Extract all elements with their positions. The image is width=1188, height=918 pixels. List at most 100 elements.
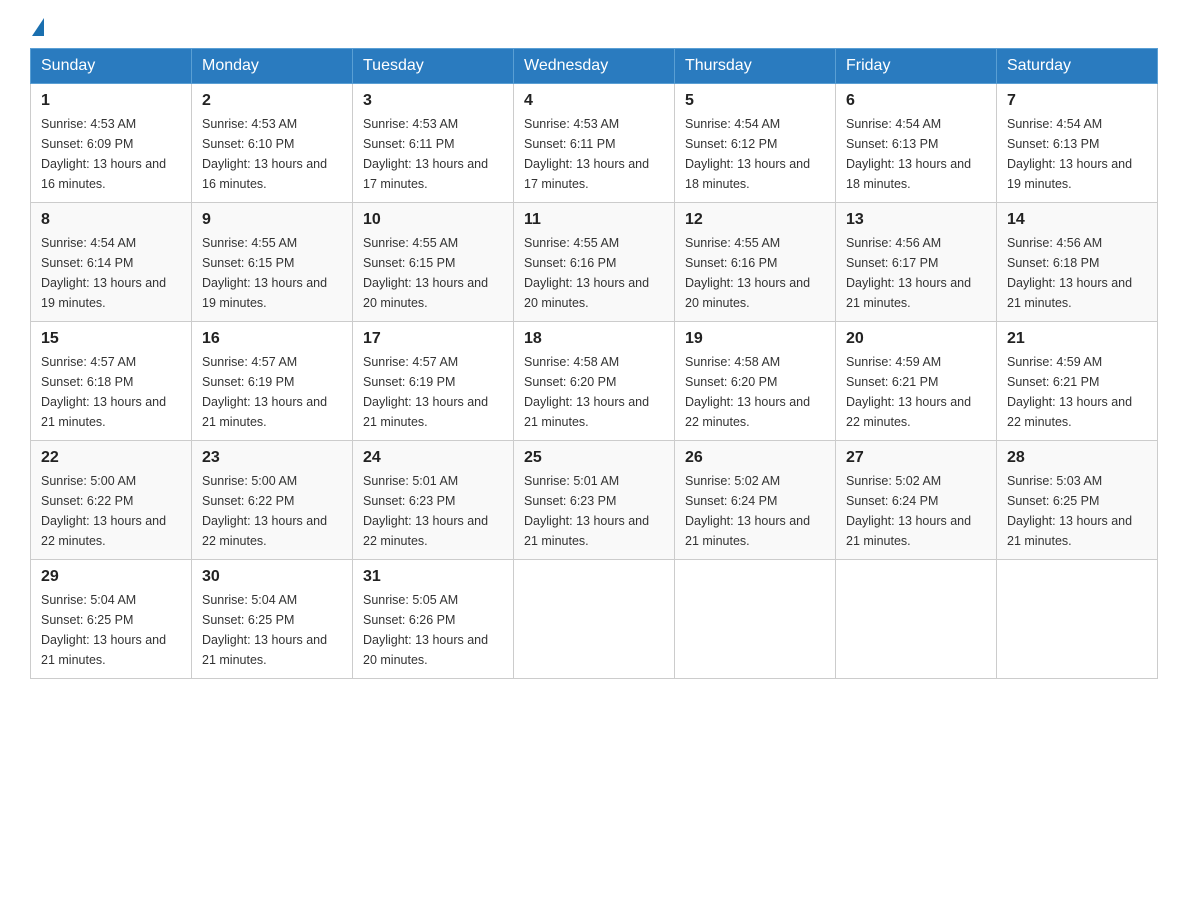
day-info: Sunrise: 4:56 AMSunset: 6:17 PMDaylight:… <box>846 233 986 313</box>
calendar-week-row: 29 Sunrise: 5:04 AMSunset: 6:25 PMDayligh… <box>31 560 1158 679</box>
calendar-cell: 15 Sunrise: 4:57 AMSunset: 6:18 PMDayligh… <box>31 322 192 441</box>
calendar-cell: 10Sunrise: 4:55 AMSunset: 6:15 PMDayligh… <box>353 203 514 322</box>
weekday-header-tuesday: Tuesday <box>353 49 514 84</box>
day-number: 5 <box>685 92 825 110</box>
day-info: Sunrise: 4:58 AMSunset: 6:20 PMDaylight:… <box>685 352 825 432</box>
logo <box>30 20 44 38</box>
day-info: Sunrise: 4:58 AMSunset: 6:20 PMDaylight:… <box>524 352 664 432</box>
calendar-cell: 11 Sunrise: 4:55 AMSunset: 6:16 PMDayligh… <box>514 203 675 322</box>
calendar-cell: 16Sunrise: 4:57 AMSunset: 6:19 PMDayligh… <box>192 322 353 441</box>
calendar-cell: 19 Sunrise: 4:58 AMSunset: 6:20 PMDayligh… <box>675 322 836 441</box>
day-number: 27 <box>846 449 986 467</box>
day-info: Sunrise: 4:59 AMSunset: 6:21 PMDaylight:… <box>1007 352 1147 432</box>
day-info: Sunrise: 5:02 AMSunset: 6:24 PMDaylight:… <box>846 471 986 551</box>
calendar-cell: 1 Sunrise: 4:53 AMSunset: 6:09 PMDaylight… <box>31 84 192 203</box>
page-header <box>30 20 1158 38</box>
day-number: 24 <box>363 449 503 467</box>
day-number: 13 <box>846 211 986 229</box>
day-number: 11 <box>524 211 664 229</box>
calendar-cell <box>836 560 997 679</box>
calendar-cell: 31Sunrise: 5:05 AMSunset: 6:26 PMDayligh… <box>353 560 514 679</box>
calendar-cell: 14Sunrise: 4:56 AMSunset: 6:18 PMDayligh… <box>997 203 1158 322</box>
calendar-week-row: 15 Sunrise: 4:57 AMSunset: 6:18 PMDayligh… <box>31 322 1158 441</box>
day-info: Sunrise: 4:53 AMSunset: 6:09 PMDaylight:… <box>41 114 181 194</box>
day-info: Sunrise: 4:53 AMSunset: 6:11 PMDaylight:… <box>363 114 503 194</box>
day-number: 2 <box>202 92 342 110</box>
calendar-cell: 3 Sunrise: 4:53 AMSunset: 6:11 PMDaylight… <box>353 84 514 203</box>
day-number: 1 <box>41 92 181 110</box>
day-info: Sunrise: 5:04 AMSunset: 6:25 PMDaylight:… <box>41 590 181 670</box>
calendar-cell: 20Sunrise: 4:59 AMSunset: 6:21 PMDayligh… <box>836 322 997 441</box>
day-info: Sunrise: 5:01 AMSunset: 6:23 PMDaylight:… <box>363 471 503 551</box>
day-number: 6 <box>846 92 986 110</box>
day-number: 20 <box>846 330 986 348</box>
day-info: Sunrise: 4:54 AMSunset: 6:13 PMDaylight:… <box>846 114 986 194</box>
day-number: 14 <box>1007 211 1147 229</box>
day-info: Sunrise: 4:55 AMSunset: 6:16 PMDaylight:… <box>685 233 825 313</box>
calendar-cell: 7 Sunrise: 4:54 AMSunset: 6:13 PMDaylight… <box>997 84 1158 203</box>
day-number: 9 <box>202 211 342 229</box>
calendar-week-row: 22 Sunrise: 5:00 AMSunset: 6:22 PMDayligh… <box>31 441 1158 560</box>
day-number: 23 <box>202 449 342 467</box>
calendar-cell: 5 Sunrise: 4:54 AMSunset: 6:12 PMDaylight… <box>675 84 836 203</box>
day-info: Sunrise: 5:05 AMSunset: 6:26 PMDaylight:… <box>363 590 503 670</box>
calendar-cell: 23 Sunrise: 5:00 AMSunset: 6:22 PMDayligh… <box>192 441 353 560</box>
weekday-header-wednesday: Wednesday <box>514 49 675 84</box>
calendar-week-row: 1 Sunrise: 4:53 AMSunset: 6:09 PMDaylight… <box>31 84 1158 203</box>
calendar-cell: 13 Sunrise: 4:56 AMSunset: 6:17 PMDayligh… <box>836 203 997 322</box>
calendar-cell: 6 Sunrise: 4:54 AMSunset: 6:13 PMDaylight… <box>836 84 997 203</box>
day-info: Sunrise: 4:53 AMSunset: 6:10 PMDaylight:… <box>202 114 342 194</box>
day-info: Sunrise: 5:00 AMSunset: 6:22 PMDaylight:… <box>41 471 181 551</box>
day-info: Sunrise: 4:55 AMSunset: 6:16 PMDaylight:… <box>524 233 664 313</box>
calendar-cell: 18 Sunrise: 4:58 AMSunset: 6:20 PMDayligh… <box>514 322 675 441</box>
calendar-cell: 29 Sunrise: 5:04 AMSunset: 6:25 PMDayligh… <box>31 560 192 679</box>
calendar-cell: 30 Sunrise: 5:04 AMSunset: 6:25 PMDayligh… <box>192 560 353 679</box>
day-number: 26 <box>685 449 825 467</box>
calendar-cell: 28 Sunrise: 5:03 AMSunset: 6:25 PMDayligh… <box>997 441 1158 560</box>
day-number: 15 <box>41 330 181 348</box>
weekday-header-saturday: Saturday <box>997 49 1158 84</box>
day-number: 19 <box>685 330 825 348</box>
day-number: 4 <box>524 92 664 110</box>
day-info: Sunrise: 4:57 AMSunset: 6:19 PMDaylight:… <box>202 352 342 432</box>
day-info: Sunrise: 4:54 AMSunset: 6:12 PMDaylight:… <box>685 114 825 194</box>
weekday-header-sunday: Sunday <box>31 49 192 84</box>
day-info: Sunrise: 4:55 AMSunset: 6:15 PMDaylight:… <box>363 233 503 313</box>
day-info: Sunrise: 4:57 AMSunset: 6:19 PMDaylight:… <box>363 352 503 432</box>
day-number: 17 <box>363 330 503 348</box>
day-info: Sunrise: 4:54 AMSunset: 6:14 PMDaylight:… <box>41 233 181 313</box>
day-info: Sunrise: 4:54 AMSunset: 6:13 PMDaylight:… <box>1007 114 1147 194</box>
logo-triangle-icon <box>32 18 44 36</box>
day-info: Sunrise: 5:01 AMSunset: 6:23 PMDaylight:… <box>524 471 664 551</box>
day-number: 8 <box>41 211 181 229</box>
calendar-cell: 22 Sunrise: 5:00 AMSunset: 6:22 PMDayligh… <box>31 441 192 560</box>
day-number: 21 <box>1007 330 1147 348</box>
day-number: 3 <box>363 92 503 110</box>
day-info: Sunrise: 4:55 AMSunset: 6:15 PMDaylight:… <box>202 233 342 313</box>
day-number: 7 <box>1007 92 1147 110</box>
calendar-cell: 9 Sunrise: 4:55 AMSunset: 6:15 PMDaylight… <box>192 203 353 322</box>
calendar-cell: 26 Sunrise: 5:02 AMSunset: 6:24 PMDayligh… <box>675 441 836 560</box>
weekday-header-thursday: Thursday <box>675 49 836 84</box>
calendar-cell: 4Sunrise: 4:53 AMSunset: 6:11 PMDaylight… <box>514 84 675 203</box>
day-info: Sunrise: 5:03 AMSunset: 6:25 PMDaylight:… <box>1007 471 1147 551</box>
day-number: 25 <box>524 449 664 467</box>
calendar-cell <box>997 560 1158 679</box>
day-number: 30 <box>202 568 342 586</box>
day-number: 29 <box>41 568 181 586</box>
weekday-header-friday: Friday <box>836 49 997 84</box>
calendar-cell: 17 Sunrise: 4:57 AMSunset: 6:19 PMDayligh… <box>353 322 514 441</box>
calendar-week-row: 8 Sunrise: 4:54 AMSunset: 6:14 PMDaylight… <box>31 203 1158 322</box>
day-number: 18 <box>524 330 664 348</box>
calendar-cell: 21 Sunrise: 4:59 AMSunset: 6:21 PMDayligh… <box>997 322 1158 441</box>
day-number: 28 <box>1007 449 1147 467</box>
calendar-cell <box>675 560 836 679</box>
day-info: Sunrise: 5:02 AMSunset: 6:24 PMDaylight:… <box>685 471 825 551</box>
calendar-cell: 24 Sunrise: 5:01 AMSunset: 6:23 PMDayligh… <box>353 441 514 560</box>
calendar-cell: 27 Sunrise: 5:02 AMSunset: 6:24 PMDayligh… <box>836 441 997 560</box>
calendar-cell: 25 Sunrise: 5:01 AMSunset: 6:23 PMDayligh… <box>514 441 675 560</box>
day-info: Sunrise: 4:57 AMSunset: 6:18 PMDaylight:… <box>41 352 181 432</box>
day-info: Sunrise: 5:04 AMSunset: 6:25 PMDaylight:… <box>202 590 342 670</box>
day-number: 22 <box>41 449 181 467</box>
day-info: Sunrise: 5:00 AMSunset: 6:22 PMDaylight:… <box>202 471 342 551</box>
